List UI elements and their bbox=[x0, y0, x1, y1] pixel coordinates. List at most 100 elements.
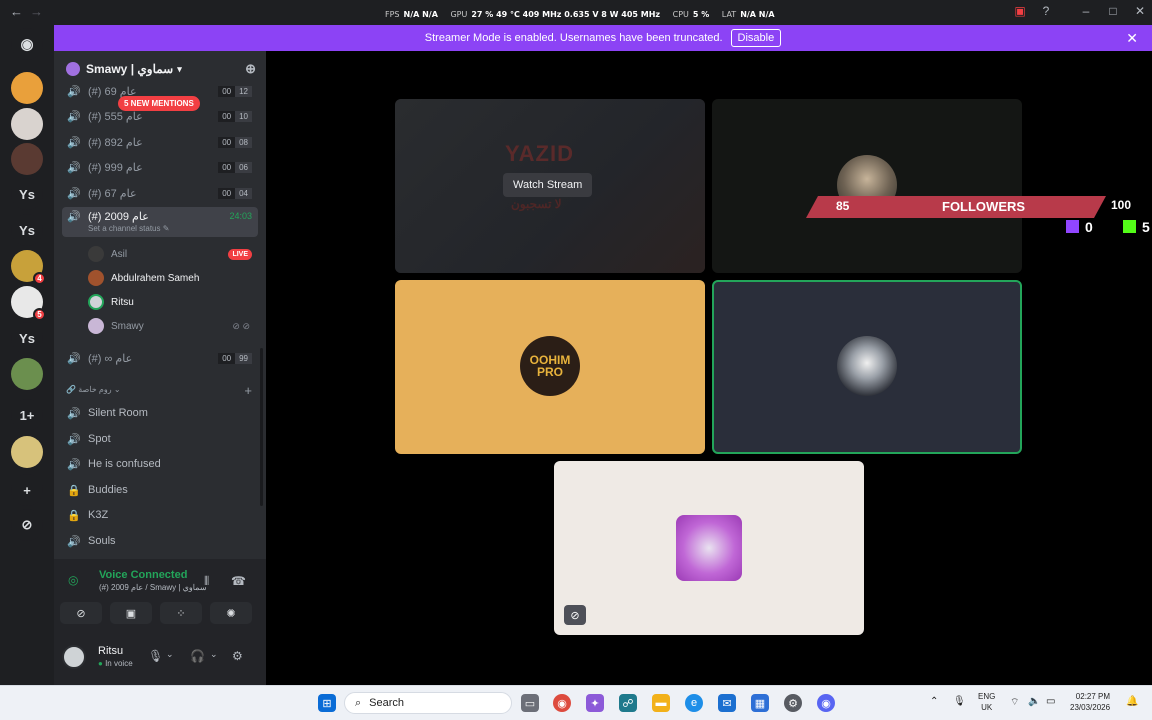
muted-indicator-icon: ⊘ bbox=[564, 605, 586, 625]
private-channel[interactable]: 🔊 He is confused bbox=[62, 453, 258, 475]
share-screen-button[interactable]: ▣ bbox=[110, 602, 152, 624]
voice-connected-subtitle[interactable]: (#) 2009 عام / Smawy | سماوي bbox=[99, 583, 207, 592]
private-channel[interactable]: 🔊 Souls bbox=[62, 530, 258, 552]
disable-button[interactable]: Disable bbox=[730, 29, 782, 47]
watch-stream-button[interactable]: Watch Stream bbox=[503, 173, 593, 197]
participant-tile-abdulrahem[interactable] bbox=[712, 99, 1022, 273]
signal-icon[interactable]: ◎ bbox=[68, 573, 78, 587]
voice-channel-infinity[interactable]: 🔊 (#) ∞ عام 00 99 bbox=[62, 347, 258, 369]
category-private-rooms[interactable]: 🔗 روم خاصة ⌄ bbox=[66, 385, 121, 394]
cpu-value: 5 % bbox=[692, 10, 710, 19]
battery-icon[interactable]: ▭ bbox=[1046, 696, 1055, 707]
private-channel[interactable]: 🔊 Spot bbox=[62, 428, 258, 450]
server-icon[interactable] bbox=[11, 143, 43, 175]
user-count: 00 06 bbox=[218, 161, 252, 173]
chevron-down-icon[interactable]: ⌄ bbox=[210, 649, 218, 660]
channel-name: Spot bbox=[88, 433, 111, 445]
game-overlay-icon[interactable]: ⚙ bbox=[784, 694, 802, 712]
mic-tray-icon[interactable]: 🎙 bbox=[953, 696, 966, 707]
microphone-icon[interactable]: 🎙 bbox=[148, 649, 163, 663]
user-avatar[interactable] bbox=[62, 645, 86, 669]
server-icon[interactable]: Ys bbox=[11, 178, 43, 210]
server-icon[interactable] bbox=[11, 72, 43, 104]
discord-home-icon[interactable]: ◉ bbox=[11, 28, 43, 60]
copilot-icon[interactable]: ✦ bbox=[586, 694, 604, 712]
close-window-icon[interactable]: ✕ bbox=[1130, 4, 1150, 18]
server-icon[interactable] bbox=[11, 358, 43, 390]
outlook-icon[interactable]: ✉ bbox=[718, 694, 736, 712]
store-icon[interactable]: ▦ bbox=[751, 694, 769, 712]
server-icon[interactable]: 5 bbox=[11, 286, 46, 321]
notifications-icon[interactable]: 🔔 bbox=[1126, 696, 1138, 707]
server-icon[interactable]: Ys bbox=[11, 322, 43, 354]
help-icon[interactable]: ? bbox=[1036, 4, 1056, 18]
private-channel[interactable]: 🔒 K3Z bbox=[62, 504, 258, 526]
channel-name: (#) 999 عام bbox=[88, 161, 143, 174]
avatar-logo-text: PRO bbox=[536, 365, 563, 379]
server-icon[interactable] bbox=[11, 108, 43, 140]
forward-arrow-icon[interactable]: → bbox=[30, 4, 43, 19]
soundboard-button[interactable]: ✺ bbox=[210, 602, 252, 624]
private-channel[interactable]: 🔊 Silent Room bbox=[62, 402, 258, 424]
stream-tile-asil[interactable]: YAZID لا تسجبون Watch Stream bbox=[395, 99, 705, 273]
voice-channel-999[interactable]: 🔊 (#) 999 عام 00 06 bbox=[62, 156, 258, 178]
clock[interactable]: 02:27 PM 23/03/2026 bbox=[1070, 691, 1110, 713]
back-arrow-icon[interactable]: ← bbox=[10, 4, 23, 19]
participant-tile-ritsu-speaking[interactable] bbox=[712, 280, 1022, 454]
tray-overflow-icon[interactable]: ⌃ bbox=[930, 696, 938, 707]
server-icon[interactable]: Ys bbox=[11, 214, 43, 246]
chrome-icon[interactable]: ◉ bbox=[553, 694, 571, 712]
kick-count: 5 bbox=[1123, 219, 1150, 235]
volume-icon[interactable]: 🔈 bbox=[1028, 696, 1040, 707]
disconnect-icon[interactable]: ☎ bbox=[231, 574, 246, 588]
private-channel[interactable]: 🔒 Buddies bbox=[62, 479, 258, 501]
voice-user-asil[interactable]: Asil LIVE bbox=[88, 243, 258, 265]
server-icon[interactable] bbox=[11, 436, 43, 468]
channel-status[interactable]: Set a channel status ✎ bbox=[88, 224, 169, 233]
voice-user-abdulrahem[interactable]: Abdulrahem Sameh bbox=[88, 267, 258, 289]
app-icon[interactable]: ☍ bbox=[619, 694, 637, 712]
speaker-icon: 🔊 bbox=[67, 352, 81, 365]
gear-icon[interactable]: ⚙ bbox=[232, 649, 243, 663]
lock-icon: 🔒 bbox=[67, 484, 81, 497]
server-icon[interactable]: 4 bbox=[11, 250, 46, 285]
chevron-down-icon[interactable]: ⌄ bbox=[166, 649, 174, 660]
file-explorer-icon[interactable]: ▬ bbox=[652, 694, 670, 712]
taskbar-search[interactable]: ⌕ Search bbox=[344, 692, 512, 714]
wifi-icon[interactable]: ⌔ bbox=[1010, 696, 1019, 709]
banner-close-icon[interactable]: ✕ bbox=[1126, 30, 1138, 47]
voice-user-smawy[interactable]: Smawy ⊘ ⊘ bbox=[88, 315, 258, 337]
voice-channel-67[interactable]: 🔊 (#) 67 عام 00 04 bbox=[62, 182, 258, 204]
activities-button[interactable]: ⁘ bbox=[160, 602, 202, 624]
channel-name: Souls bbox=[88, 535, 116, 547]
minimize-icon[interactable]: – bbox=[1076, 4, 1096, 18]
discord-taskbar-icon[interactable]: ◉ bbox=[817, 694, 835, 712]
server-name: Smawy | سماوي bbox=[86, 62, 174, 76]
participant-tile-oohim[interactable]: OOHIM PRO bbox=[395, 280, 705, 454]
windows-start-icon[interactable]: ⊞ bbox=[318, 694, 336, 712]
maximize-icon[interactable]: □ bbox=[1103, 4, 1123, 18]
add-channel-icon[interactable]: + bbox=[244, 383, 252, 398]
follower-current: 85 bbox=[836, 199, 850, 213]
cpu-label: CPU bbox=[672, 10, 689, 19]
voice-channel-892[interactable]: 🔊 (#) 892 عام 00 08 bbox=[62, 131, 258, 153]
participant-tile-smawy[interactable]: ⊘ bbox=[554, 461, 864, 635]
invite-people-icon[interactable]: ⊕ bbox=[245, 61, 256, 77]
avatar bbox=[88, 318, 104, 334]
server-icon[interactable]: 1+ bbox=[11, 399, 43, 431]
voice-user-ritsu[interactable]: Ritsu bbox=[88, 291, 258, 313]
camera-off-icon: ⊘ bbox=[76, 607, 86, 620]
voice-channel-555[interactable]: 🔊 (#) 555 عام 00 10 bbox=[62, 105, 258, 127]
camera-off-button[interactable]: ⊘ bbox=[60, 602, 102, 624]
inbox-icon[interactable]: ▣ bbox=[1010, 4, 1030, 18]
headphones-icon[interactable]: 🎧 bbox=[190, 649, 205, 663]
sidebar-scrollbar[interactable] bbox=[260, 348, 263, 506]
language-indicator[interactable]: ENG UK bbox=[978, 691, 995, 713]
voice-channel-2009-active[interactable]: 🔊 (#) 2009 عام 24:03 Set a channel statu… bbox=[62, 207, 258, 237]
task-view-icon[interactable]: ▭ bbox=[521, 694, 539, 712]
edge-icon[interactable]: e bbox=[685, 694, 703, 712]
server-icon[interactable]: + bbox=[11, 474, 43, 506]
stream-overlay-subtitle: لا تسجبون bbox=[511, 197, 562, 211]
noise-suppression-icon[interactable]: ⦀ bbox=[204, 574, 209, 589]
server-icon[interactable]: ⊘ bbox=[11, 509, 43, 541]
